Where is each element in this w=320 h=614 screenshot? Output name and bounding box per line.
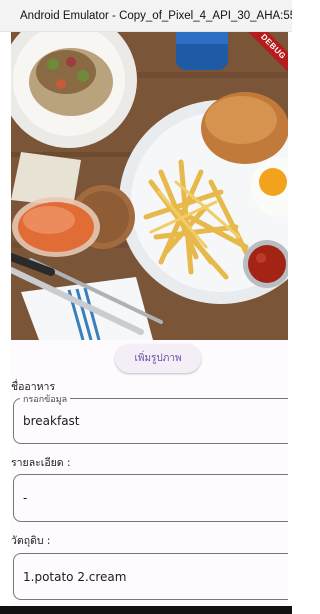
add-photo-button[interactable]: เพิ่มรูปภาพ: [115, 344, 201, 373]
add-photo-button-label: เพิ่มรูปภาพ: [134, 353, 182, 364]
detail-input-value[interactable]: -: [23, 491, 27, 505]
food-name-floating-label: กรอกข้อมูล: [20, 392, 71, 406]
system-navigation-bar: [0, 606, 292, 614]
detail-field[interactable]: -: [13, 474, 288, 522]
window-titlebar: Android Emulator - Copy_of_Pixel_4_API_3…: [0, 0, 292, 32]
ingredients-field[interactable]: 1.potato 2.cream: [13, 553, 288, 600]
food-name-input-value[interactable]: breakfast: [23, 414, 80, 428]
window-title: Android Emulator - Copy_of_Pixel_4_API_3…: [20, 9, 292, 22]
ingredients-input-value[interactable]: 1.potato 2.cream: [23, 570, 126, 584]
detail-label: รายละเอียด :: [11, 457, 71, 469]
food-photo-illustration: [11, 32, 288, 340]
food-photo: DEBUG: [11, 32, 288, 340]
ingredients-label: วัตถุดิบ :: [11, 535, 51, 547]
emulator-frame-left: [0, 32, 11, 614]
food-name-field[interactable]: กรอกข้อมูล breakfast: [13, 392, 288, 444]
emulator-frame-right: [288, 32, 292, 614]
app-screen: DEBUG เพิ่มรูปภาพ ชื่ออาหาร กรอกข้อมูล b…: [11, 32, 288, 610]
